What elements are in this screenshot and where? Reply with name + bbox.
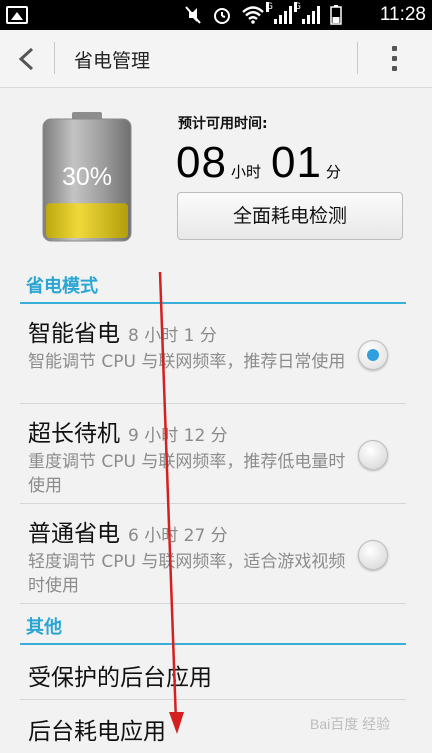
list-item-label: 后台耗电应用 <box>28 719 166 745</box>
signal-icon: G <box>294 2 320 24</box>
list-item-label: 受保护的后台应用 <box>28 665 212 691</box>
mode-name: 普通省电 <box>28 521 120 547</box>
section-divider <box>20 643 406 645</box>
baidu-watermark-logo: Bai百度 经验 <box>310 716 390 732</box>
radio-button[interactable] <box>358 440 388 470</box>
radio-selected-dot <box>367 549 379 561</box>
battery-level-graphic: 30% <box>42 112 132 242</box>
mode-name: 超长待机 <box>28 421 120 447</box>
remaining-minutes: 01 <box>270 138 322 187</box>
clock: 11:28 <box>379 4 426 25</box>
mode-description: 重度调节 CPU 与联网频率，推荐低电量时使用 <box>28 452 346 496</box>
battery-status-icon <box>330 5 342 25</box>
power-mode-item-smart[interactable]: 智能省电 8 小时 1 分 智能调节 CPU 与联网频率，推荐日常使用 <box>20 304 406 404</box>
mode-description: 智能调节 CPU 与联网频率，推荐日常使用 <box>28 352 346 372</box>
image-icon <box>6 6 28 24</box>
hours-unit: 小时 <box>230 163 261 181</box>
signal-icon: G <box>266 2 292 24</box>
radio-selected-dot <box>367 449 379 461</box>
radio-selected-dot <box>367 349 379 361</box>
radio-button[interactable] <box>358 340 388 370</box>
overflow-menu-icon[interactable] <box>392 46 398 72</box>
wifi-icon <box>242 6 264 24</box>
full-power-check-button[interactable]: 全面耗电检测 <box>177 192 403 240</box>
section-title-power-modes: 省电模式 <box>26 276 98 297</box>
back-chevron-icon[interactable] <box>14 46 40 72</box>
section-title-other: 其他 <box>26 617 62 638</box>
divider <box>54 42 55 74</box>
power-mode-item-long-standby[interactable]: 超长待机 9 小时 12 分 重度调节 CPU 与联网频率，推荐低电量时使用 <box>20 404 406 504</box>
protected-background-apps-item[interactable]: 受保护的后台应用 <box>20 648 406 700</box>
minutes-unit: 分 <box>325 163 341 181</box>
status-bar: G G 11:28 <box>0 0 432 30</box>
remaining-hours: 08 <box>176 138 227 187</box>
alarm-icon <box>214 8 230 24</box>
remaining-time: 08 小时 01 分 <box>176 138 351 188</box>
svg-text:Bai百度 经验: Bai百度 经验 <box>310 716 390 732</box>
network-type-label: G <box>294 2 301 12</box>
divider <box>357 42 358 74</box>
mode-description: 轻度调节 CPU 与联网频率，适合游戏视频时使用 <box>28 552 346 596</box>
remaining-time-label: 预计可用时间: <box>178 116 268 132</box>
status-icons: G G <box>184 2 342 26</box>
mode-duration: 6 小时 27 分 <box>128 526 228 546</box>
network-type-label: G <box>266 2 273 12</box>
mute-icon <box>185 6 201 24</box>
mode-duration: 8 小时 1 分 <box>128 326 217 346</box>
app-bar: 省电管理 <box>0 30 432 88</box>
mode-duration: 9 小时 12 分 <box>128 426 228 446</box>
power-mode-item-normal[interactable]: 普通省电 6 小时 27 分 轻度调节 CPU 与联网频率，适合游戏视频时使用 <box>20 504 406 604</box>
radio-button[interactable] <box>358 540 388 570</box>
mode-name: 智能省电 <box>28 321 120 347</box>
battery-percent-label: 30% <box>62 163 112 191</box>
page-title: 省电管理 <box>74 50 151 72</box>
